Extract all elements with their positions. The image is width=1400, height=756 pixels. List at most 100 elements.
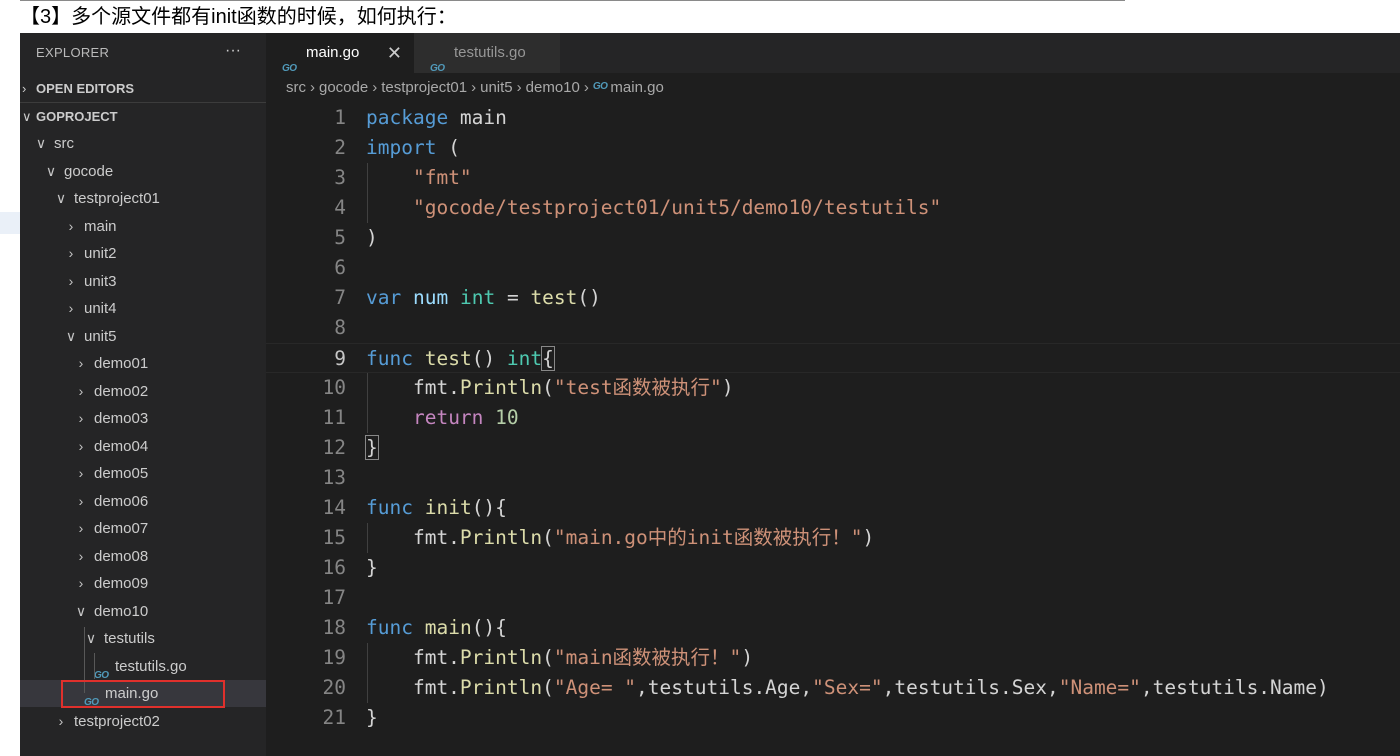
line-number: 9 [334, 347, 346, 370]
code-line: 4 "gocode/testproject01/unit5/demo10/tes… [266, 193, 1400, 223]
code-line: 9 func test() int{ [266, 343, 1400, 373]
line-number: 6 [334, 256, 346, 279]
chevron-right-icon: › [78, 520, 84, 536]
code-token: ,testutils.Sex, [882, 676, 1059, 699]
code-line: 10 fmt.Println("test函数被执行") [266, 373, 1400, 403]
tree-item-demo04[interactable]: › demo04 [20, 433, 266, 460]
tree-item-demo07[interactable]: › demo07 [20, 515, 266, 542]
code-text: "gocode/testproject01/unit5/demo10/testu… [366, 193, 941, 223]
breadcrumb-item[interactable]: unit5 [480, 75, 513, 101]
open-editors-label: OPEN EDITORS [36, 81, 135, 96]
open-editors-section[interactable]: › OPEN EDITORS [20, 75, 266, 102]
tree-item-testproject02[interactable]: › testproject02 [20, 708, 266, 735]
code-token: ) [721, 376, 734, 399]
code-text: fmt.Println("test函数被执行") [366, 373, 734, 403]
chevron-right-icon: › [68, 300, 74, 316]
tree-item-unit2[interactable]: › unit2 [20, 240, 266, 267]
code-token: ) [741, 646, 754, 669]
tab-main-go[interactable]: GO main.go ✕ [266, 33, 414, 74]
tree-item-demo02[interactable]: › demo02 [20, 378, 266, 405]
breadcrumb-separator-icon: › [310, 79, 315, 96]
code-text: } [366, 553, 378, 583]
line-number: 19 [322, 646, 346, 669]
line-number: 15 [322, 526, 346, 549]
code-text: ) [366, 223, 378, 253]
tree-item-unit3[interactable]: › unit3 [20, 268, 266, 295]
code-token: ) [366, 226, 378, 249]
code-token: (){ [471, 616, 507, 639]
tree-item-demo03[interactable]: › demo03 [20, 405, 266, 432]
code-token: fmt. [366, 376, 460, 399]
code-text: fmt.Println("main函数被执行！") [366, 643, 753, 673]
tree-item-label: unit3 [84, 272, 117, 290]
code-line: 17 [266, 583, 1400, 613]
tree-item-unit4[interactable]: › unit4 [20, 295, 266, 322]
tree-item-label: testproject01 [74, 190, 160, 207]
line-number: 4 [334, 196, 346, 219]
tab-testutils-go[interactable]: GO testutils.go [414, 33, 560, 74]
breadcrumb-item[interactable]: main.go [610, 75, 663, 101]
go-file-icon: GO [592, 81, 608, 92]
tree-item-gocode[interactable]: ∨ gocode [20, 158, 266, 185]
tree-item-testproject01[interactable]: ∨ testproject01 [20, 185, 266, 212]
tab-label: main.go [306, 44, 360, 61]
code-token: "main函数被执行！" [553, 646, 742, 669]
code-token: func [366, 616, 413, 639]
tree-item-demo05[interactable]: › demo05 [20, 460, 266, 487]
chevron-right-icon: › [78, 437, 84, 454]
tree-item-testutils-go[interactable]: GO testutils.go [20, 653, 266, 681]
close-icon[interactable]: ✕ [387, 33, 402, 73]
indent-guide [367, 163, 368, 223]
code-token: "gocode/testproject01/unit5/demo10/testu… [412, 196, 942, 219]
code-token: main [424, 616, 472, 639]
code-line: 21} [266, 703, 1400, 733]
line-number: 7 [334, 286, 346, 309]
chevron-down-icon: ∨ [85, 630, 97, 646]
breadcrumb-item[interactable]: demo10 [526, 75, 580, 101]
tree-item-demo09[interactable]: › demo09 [20, 570, 266, 597]
code-token: ,testutils.Name) [1140, 676, 1329, 699]
tree-item-demo06[interactable]: › demo06 [20, 488, 266, 515]
code-text: func main(){ [366, 613, 507, 643]
indent-guide [94, 653, 95, 679]
more-actions-icon[interactable]: ··· [225, 33, 241, 73]
breadcrumb-item[interactable]: testproject01 [381, 75, 467, 101]
tree-item-demo10[interactable]: ∨ demo10 [20, 598, 266, 625]
code-line: 13 [266, 463, 1400, 493]
chevron-right-icon: › [78, 355, 84, 371]
tree-item-unit5[interactable]: ∨ unit5 [20, 323, 266, 350]
line-number: 2 [334, 136, 346, 159]
code-token: "test函数被执行" [553, 376, 722, 399]
code-token: ( [542, 526, 554, 549]
tree-item-main[interactable]: › main [20, 213, 266, 240]
tree-item-demo08[interactable]: › demo08 [20, 543, 266, 570]
code-line: 11 return 10 [266, 403, 1400, 433]
breadcrumb-item[interactable]: src [286, 75, 306, 101]
chevron-right-icon: › [78, 382, 84, 399]
tree-item-label: demo06 [94, 492, 149, 510]
tree-item-testutils[interactable]: ∨ testutils [20, 625, 266, 652]
code-token: ( [542, 646, 554, 669]
chevron-right-icon: › [78, 547, 84, 564]
line-number: 5 [334, 226, 346, 249]
tree-item-src[interactable]: ∨ src [20, 130, 266, 157]
tree-item-label: main [84, 217, 117, 235]
breadcrumb-item[interactable]: gocode [319, 75, 368, 101]
tree-item-label: testutils [104, 630, 155, 647]
tree-item-label: src [54, 135, 74, 152]
code-token: ( [542, 376, 554, 399]
chevron-down-icon: ∨ [75, 602, 87, 619]
tree-item-demo01[interactable]: › demo01 [20, 350, 266, 377]
code-token: "Name=" [1058, 676, 1141, 699]
chevron-right-icon: › [68, 217, 74, 234]
highlight-box [61, 680, 225, 708]
goproject-section[interactable]: ∨ GOPROJECT [20, 103, 266, 130]
tree-item-label: demo09 [94, 575, 149, 592]
chevron-right-icon: › [68, 245, 74, 261]
code-token: init [424, 496, 472, 519]
code-editor[interactable]: 1 package main 2 import (3 "fmt" 4 "gocode/t… [266, 103, 1400, 756]
